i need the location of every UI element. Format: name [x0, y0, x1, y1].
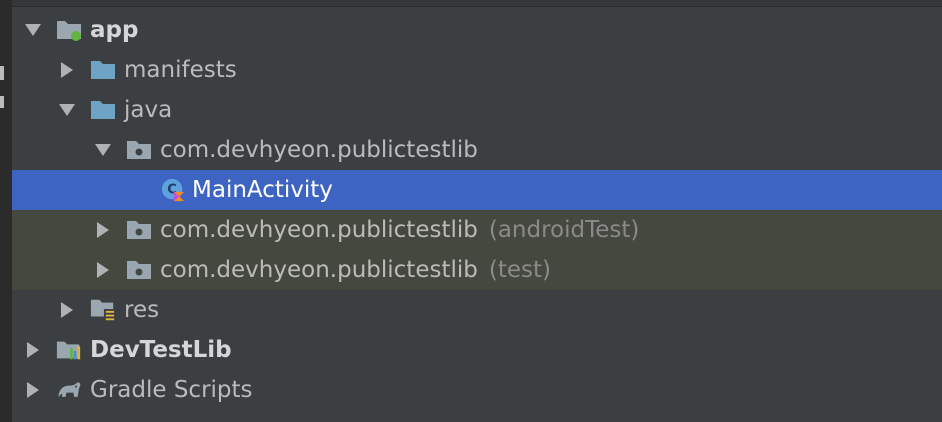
tree-node-main-activity[interactable]: C MainActivity [12, 170, 942, 210]
expand-arrow-down-icon[interactable] [92, 139, 114, 161]
tree-node-gradle-scripts[interactable]: Gradle Scripts [12, 370, 942, 410]
tree-node-label: res [124, 297, 160, 323]
package-icon [126, 217, 152, 243]
folder-icon [90, 57, 116, 83]
gradle-elephant-icon [56, 377, 82, 403]
tree-node-package-test[interactable]: com.devhyeon.publictestlib (test) [12, 250, 942, 290]
tree-node-label: manifests [124, 57, 237, 83]
expand-arrow-right-icon[interactable] [56, 299, 78, 321]
folder-icon [90, 97, 116, 123]
expand-arrow-right-icon[interactable] [22, 379, 44, 401]
panel-top-edge [12, 0, 942, 7]
project-tree: app manifests java com.devhyeon.publicte… [12, 10, 942, 410]
gutter-tab-marker[interactable] [0, 66, 4, 80]
source-set-suffix: (test) [488, 257, 551, 283]
project-tree-panel: app manifests java com.devhyeon.publicte… [0, 0, 942, 422]
tree-node-package[interactable]: com.devhyeon.publictestlib [12, 130, 942, 170]
tree-node-res[interactable]: res [12, 290, 942, 330]
tree-node-label: com.devhyeon.publictestlib [160, 257, 478, 283]
expand-arrow-down-icon[interactable] [56, 99, 78, 121]
expand-arrow-right-icon[interactable] [92, 219, 114, 241]
kotlin-class-icon: C [160, 177, 186, 203]
expand-arrow-down-icon[interactable] [22, 19, 44, 41]
expand-arrow-right-icon[interactable] [56, 59, 78, 81]
tree-node-label: java [124, 97, 173, 123]
tree-node-devtestlib[interactable]: DevTestLib [12, 330, 942, 370]
tree-node-label: com.devhyeon.publictestlib [160, 217, 478, 243]
tool-window-gutter [0, 0, 12, 422]
tree-node-java[interactable]: java [12, 90, 942, 130]
tree-node-label: MainActivity [192, 177, 333, 203]
tree-node-label: DevTestLib [90, 337, 232, 363]
tree-node-package-android-test[interactable]: com.devhyeon.publictestlib (androidTest) [12, 210, 942, 250]
expand-arrow-right-icon[interactable] [22, 339, 44, 361]
source-set-suffix: (androidTest) [488, 217, 640, 243]
expand-arrow-right-icon[interactable] [92, 259, 114, 281]
resource-folder-icon [90, 297, 116, 323]
tree-node-label: Gradle Scripts [90, 377, 253, 403]
gutter-tab-marker[interactable] [0, 96, 4, 108]
tree-node-label: app [90, 17, 139, 43]
package-icon [126, 257, 152, 283]
tree-node-manifests[interactable]: manifests [12, 50, 942, 90]
project-module-icon [56, 337, 82, 363]
module-folder-icon [56, 17, 82, 43]
package-icon [126, 137, 152, 163]
tree-node-app[interactable]: app [12, 10, 942, 50]
tree-node-label: com.devhyeon.publictestlib [160, 137, 478, 163]
